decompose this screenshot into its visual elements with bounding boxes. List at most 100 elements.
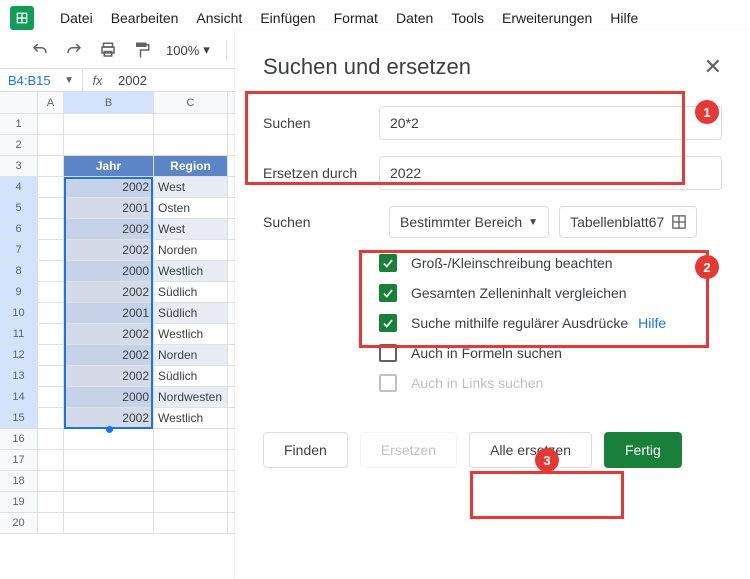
undo-icon[interactable]: [30, 40, 50, 60]
col-header-A[interactable]: A: [38, 92, 64, 113]
cell[interactable]: [38, 198, 64, 218]
col-header-B[interactable]: B: [64, 92, 154, 113]
cell[interactable]: [154, 471, 228, 491]
row-header[interactable]: 9: [0, 282, 38, 302]
cell[interactable]: 2002: [64, 408, 154, 428]
menu-data[interactable]: Daten: [388, 6, 441, 30]
name-box[interactable]: B4:B15 ▼: [0, 73, 82, 88]
row-header[interactable]: 5: [0, 198, 38, 218]
zoom-dropdown[interactable]: 100% ▾: [166, 42, 210, 58]
search-input[interactable]: [379, 106, 722, 140]
cell[interactable]: Norden: [154, 345, 228, 365]
cell[interactable]: [38, 114, 64, 134]
sheets-logo-icon[interactable]: [10, 6, 34, 30]
cell[interactable]: Jahr: [64, 156, 154, 176]
cell[interactable]: 2002: [64, 324, 154, 344]
cell[interactable]: 2002: [64, 240, 154, 260]
close-icon[interactable]: ✕: [704, 54, 722, 80]
redo-icon[interactable]: [64, 40, 84, 60]
menu-help[interactable]: Hilfe: [602, 6, 646, 30]
cell[interactable]: [38, 324, 64, 344]
menu-format[interactable]: Format: [326, 6, 386, 30]
done-button[interactable]: Fertig: [604, 432, 682, 468]
col-header-C[interactable]: C: [154, 92, 228, 113]
cell[interactable]: [154, 513, 228, 533]
cell[interactable]: 2001: [64, 198, 154, 218]
opt-formulas[interactable]: Auch in Formeln suchen: [379, 344, 722, 362]
cell[interactable]: Region: [154, 156, 228, 176]
cell[interactable]: Osten: [154, 198, 228, 218]
cell[interactable]: [38, 429, 64, 449]
cell[interactable]: [38, 135, 64, 155]
cell[interactable]: [38, 177, 64, 197]
cell[interactable]: [38, 156, 64, 176]
cell[interactable]: 2002: [64, 345, 154, 365]
cell[interactable]: [64, 114, 154, 134]
cell[interactable]: [38, 408, 64, 428]
row-header[interactable]: 4: [0, 177, 38, 197]
cell[interactable]: Südlich: [154, 282, 228, 302]
cell[interactable]: 2002: [64, 219, 154, 239]
cell[interactable]: [38, 450, 64, 470]
cell[interactable]: West: [154, 219, 228, 239]
row-header[interactable]: 10: [0, 303, 38, 323]
row-header[interactable]: 15: [0, 408, 38, 428]
cell[interactable]: [38, 261, 64, 281]
cell[interactable]: Südlich: [154, 366, 228, 386]
selection-handle[interactable]: [106, 426, 113, 433]
cell[interactable]: [154, 135, 228, 155]
menu-edit[interactable]: Bearbeiten: [103, 6, 187, 30]
scope-dropdown[interactable]: Bestimmter Bereich ▼: [389, 206, 549, 238]
cell[interactable]: [64, 513, 154, 533]
cell[interactable]: Westlich: [154, 408, 228, 428]
cell[interactable]: 2002: [64, 366, 154, 386]
cell[interactable]: [154, 492, 228, 512]
cell[interactable]: 2000: [64, 387, 154, 407]
menu-insert[interactable]: Einfügen: [252, 6, 323, 30]
cell[interactable]: 2002: [64, 177, 154, 197]
replace-input[interactable]: [379, 156, 722, 190]
cell[interactable]: [38, 366, 64, 386]
replace-all-button[interactable]: Alle ersetzen: [469, 432, 592, 468]
row-header[interactable]: 3: [0, 156, 38, 176]
cell[interactable]: [64, 471, 154, 491]
row-header[interactable]: 17: [0, 450, 38, 470]
cell[interactable]: [38, 219, 64, 239]
cell[interactable]: 2000: [64, 261, 154, 281]
cell[interactable]: [154, 429, 228, 449]
cell[interactable]: [38, 303, 64, 323]
select-all-corner[interactable]: [0, 92, 38, 113]
cell[interactable]: [38, 471, 64, 491]
cell[interactable]: [38, 282, 64, 302]
help-link[interactable]: Hilfe: [638, 315, 666, 331]
cell[interactable]: [154, 114, 228, 134]
cell[interactable]: 2001: [64, 303, 154, 323]
menu-view[interactable]: Ansicht: [188, 6, 250, 30]
find-button[interactable]: Finden: [263, 432, 348, 468]
cell[interactable]: Südlich: [154, 303, 228, 323]
cell[interactable]: Nordwesten: [154, 387, 228, 407]
row-header[interactable]: 20: [0, 513, 38, 533]
row-header[interactable]: 16: [0, 429, 38, 449]
cell[interactable]: 2002: [64, 282, 154, 302]
cell[interactable]: [38, 492, 64, 512]
row-header[interactable]: 18: [0, 471, 38, 491]
cell[interactable]: [38, 387, 64, 407]
row-header[interactable]: 11: [0, 324, 38, 344]
cell[interactable]: Norden: [154, 240, 228, 260]
row-header[interactable]: 19: [0, 492, 38, 512]
row-header[interactable]: 14: [0, 387, 38, 407]
cell[interactable]: [38, 345, 64, 365]
cell[interactable]: [64, 450, 154, 470]
range-selector[interactable]: Tabellenblatt67: [559, 206, 697, 238]
menu-file[interactable]: Datei: [52, 6, 101, 30]
cell[interactable]: [38, 240, 64, 260]
cell[interactable]: [64, 492, 154, 512]
opt-entire-cell[interactable]: Gesamten Zelleninhalt vergleichen: [379, 284, 722, 302]
cell[interactable]: Westlich: [154, 324, 228, 344]
opt-match-case[interactable]: Groß-/Kleinschreibung beachten: [379, 254, 722, 272]
row-header[interactable]: 8: [0, 261, 38, 281]
row-header[interactable]: 7: [0, 240, 38, 260]
row-header[interactable]: 13: [0, 366, 38, 386]
cell[interactable]: [38, 513, 64, 533]
